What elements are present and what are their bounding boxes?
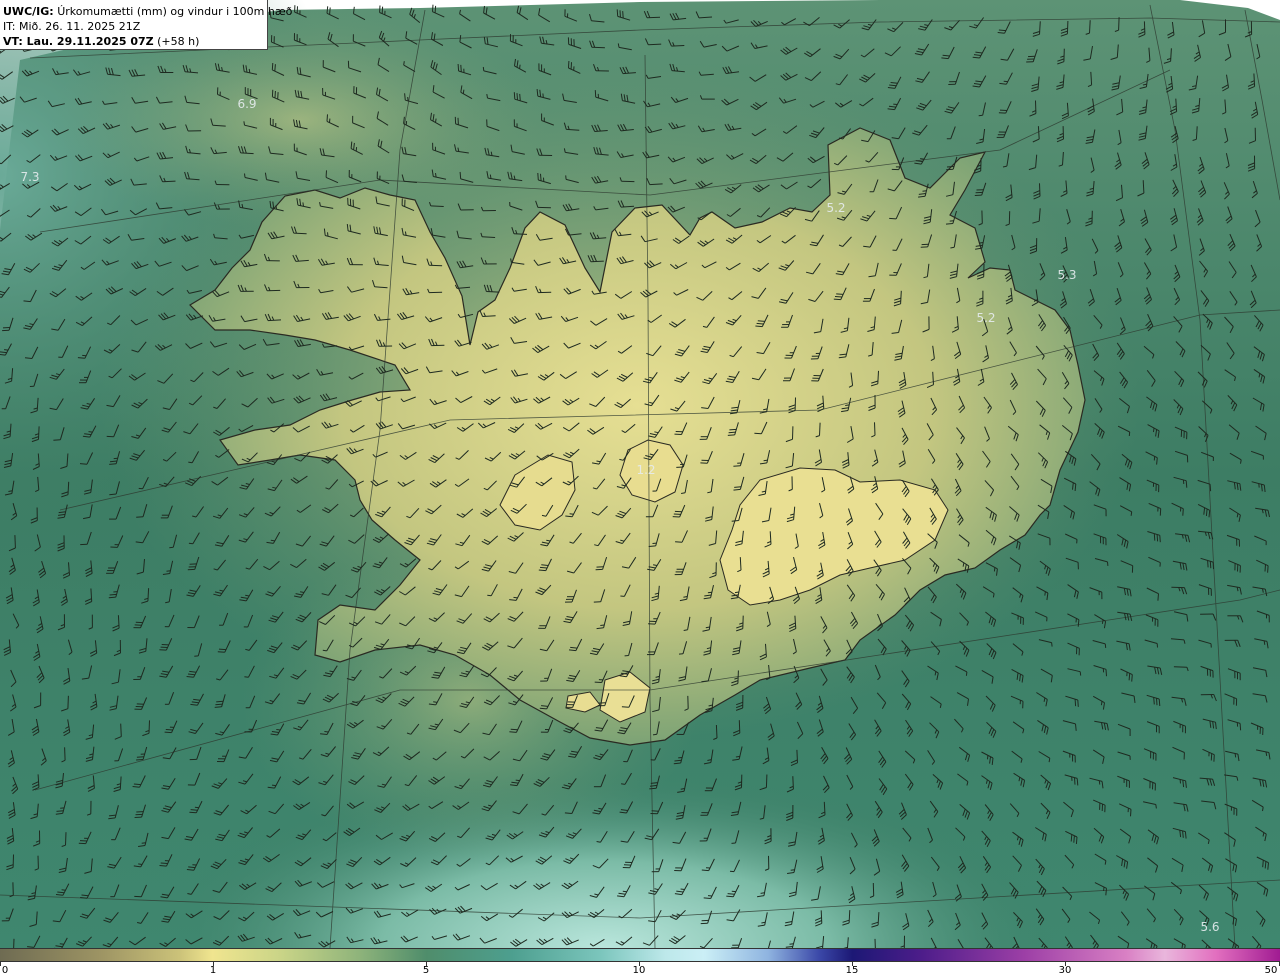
colorbar-label-30: 30 <box>1058 965 1072 976</box>
colorbar-label-50: 50 <box>1264 965 1278 976</box>
valid-time-row: VT: Lau. 29.11.2025 07Z (+58 h) <box>3 34 263 49</box>
value-label-2: 7.3 <box>20 170 40 184</box>
map-area[interactable]: 6.9 7.3 5.2 5.3 5.2 1.2 5.6 UWC/IG: Úrko… <box>0 0 1280 948</box>
map-title: Úrkomumætti (mm) og vindur i 100m hæð <box>57 5 293 18</box>
colorbar <box>0 948 1280 962</box>
colorbar-label-1: 1 <box>209 965 217 976</box>
model-label: UWC/IG: <box>3 5 54 18</box>
lead-time: (+58 h) <box>157 35 200 48</box>
colorbar-label-10: 10 <box>632 965 646 976</box>
value-label-7: 5.6 <box>1200 920 1220 934</box>
title-row: UWC/IG: Úrkomumætti (mm) og vindur i 100… <box>3 4 292 19</box>
value-label-3: 5.2 <box>826 201 846 215</box>
colorbar-label-5: 5 <box>422 965 430 976</box>
value-label-1: 6.9 <box>237 97 257 111</box>
value-label-4: 5.3 <box>1057 268 1077 282</box>
colorbar-label-15: 15 <box>845 965 859 976</box>
forecast-info-box: UWC/IG: Úrkomumætti (mm) og vindur i 100… <box>0 0 292 50</box>
issue-time: IT: Mið. 26. 11. 2025 21Z <box>3 20 141 33</box>
value-label-5: 5.2 <box>976 311 996 325</box>
valid-time: VT: Lau. 29.11.2025 07Z <box>3 35 154 48</box>
colorbar-label-0: 0 <box>1 965 9 976</box>
value-label-6: 1.2 <box>636 463 656 477</box>
